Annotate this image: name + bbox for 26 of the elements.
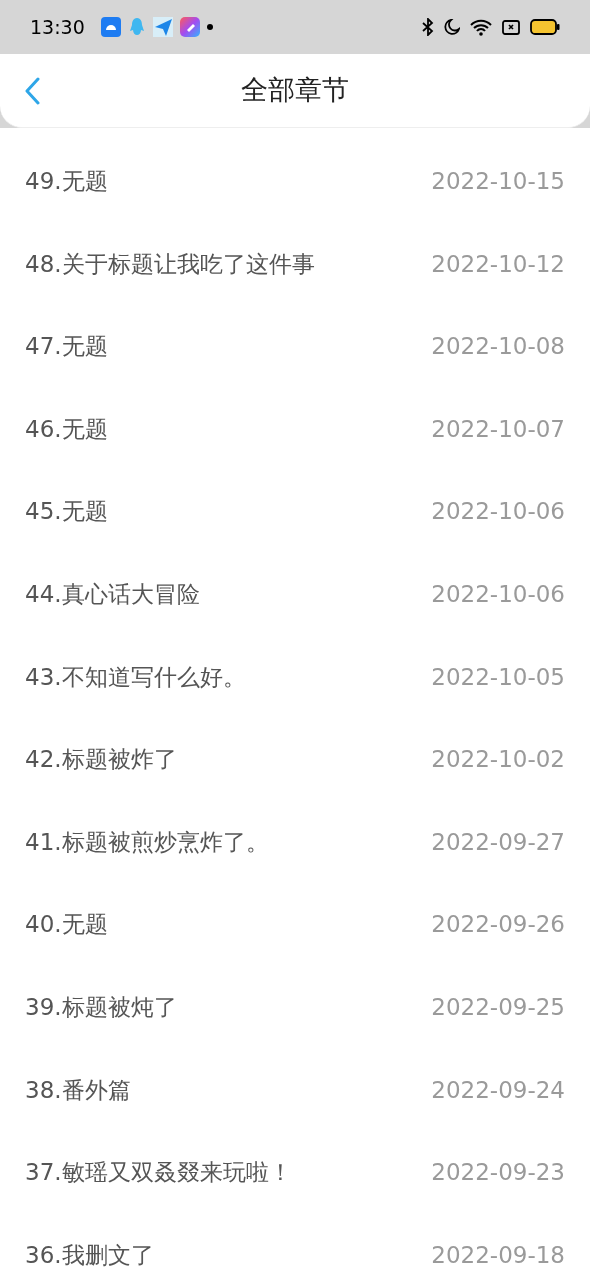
- chapter-item[interactable]: 38.番外篇 2022-09-24: [0, 1048, 590, 1132]
- chapter-item[interactable]: 43.不知道写什么好。 2022-10-05: [0, 635, 590, 719]
- page-title: 全部章节: [241, 73, 349, 108]
- bluetooth-icon: [422, 18, 434, 36]
- sim-card-icon: [502, 19, 520, 35]
- chapter-item[interactable]: 47.无题 2022-10-08: [0, 305, 590, 388]
- chapter-item[interactable]: 44.真心话大冒险 2022-10-06: [0, 552, 590, 636]
- chapter-item[interactable]: 39.标题被炖了 2022-09-25: [0, 965, 590, 1049]
- chapter-item[interactable]: 48.关于标题让我吃了这件事 2022-10-12: [0, 222, 590, 306]
- back-icon: [24, 76, 40, 105]
- status-time: 13:30: [30, 14, 85, 40]
- chapter-item[interactable]: 41.标题被煎炒烹炸了。 2022-09-27: [0, 800, 590, 884]
- app-icon: [179, 17, 200, 37]
- wifi-icon: [470, 18, 492, 36]
- chapter-item[interactable]: 45.无题 2022-10-06: [0, 470, 590, 553]
- chapter-item[interactable]: 42.标题被炸了 2022-10-02: [0, 718, 590, 801]
- penguin-icon: [127, 17, 146, 37]
- chapter-item[interactable]: 49.无题 2022-10-15: [0, 140, 590, 223]
- chapter-item[interactable]: 37.敏瑶又双叒叕来玩啦！ 2022-09-23: [0, 1131, 590, 1214]
- chapter-item[interactable]: 40.无题 2022-09-26: [0, 883, 590, 966]
- battery-icon: [530, 19, 560, 35]
- chapter-item[interactable]: 36.我删文了 2022-09-18: [0, 1213, 590, 1280]
- paper-plane-icon: [152, 17, 173, 37]
- dot-icon: [206, 24, 213, 30]
- chapter-item[interactable]: 46.无题 2022-10-07: [0, 387, 590, 471]
- moon-icon: [444, 19, 460, 35]
